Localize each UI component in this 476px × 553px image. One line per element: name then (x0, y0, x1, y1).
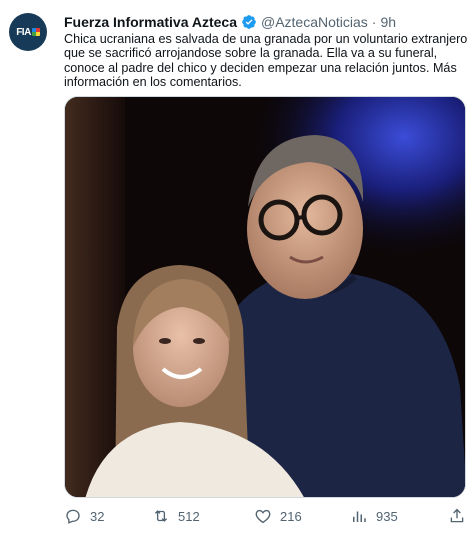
tweet-header: Fuerza Informativa Azteca @AztecaNoticia… (64, 12, 396, 32)
tweet-card[interactable]: FIA Fuerza Informativa Azteca @AztecaNot… (0, 0, 476, 553)
reply-icon (66, 509, 80, 524)
avatar-logo-mark (31, 28, 40, 36)
views-count: 935 (376, 508, 398, 524)
tweet-actions: 32 512 216 935 (64, 504, 468, 528)
tweet-text: Chica ucraniana es salvada de una granad… (64, 32, 468, 90)
views-icon (353, 511, 366, 522)
like-icon (255, 509, 271, 524)
share-icon (450, 508, 464, 523)
timestamp[interactable]: 9h (380, 14, 396, 30)
reply-button[interactable]: 32 (64, 504, 104, 528)
like-button[interactable]: 216 (254, 504, 302, 528)
reply-count: 32 (90, 508, 105, 524)
like-count: 216 (280, 508, 302, 524)
account-name[interactable]: Fuerza Informativa Azteca (64, 14, 237, 30)
header-separator: · (371, 14, 377, 30)
retweet-icon (154, 510, 168, 522)
avatar-logo-text: FIA (16, 26, 31, 38)
retweet-button[interactable]: 512 (152, 504, 200, 528)
share-button[interactable] (448, 504, 466, 528)
account-handle[interactable]: @AztecaNoticias (261, 14, 368, 30)
verified-badge-icon (241, 14, 257, 30)
tweet-photo[interactable] (64, 96, 466, 498)
retweet-count: 512 (178, 508, 200, 524)
avatar[interactable]: FIA (9, 13, 47, 51)
views-button[interactable]: 935 (350, 504, 398, 528)
photo-scene (65, 97, 465, 497)
